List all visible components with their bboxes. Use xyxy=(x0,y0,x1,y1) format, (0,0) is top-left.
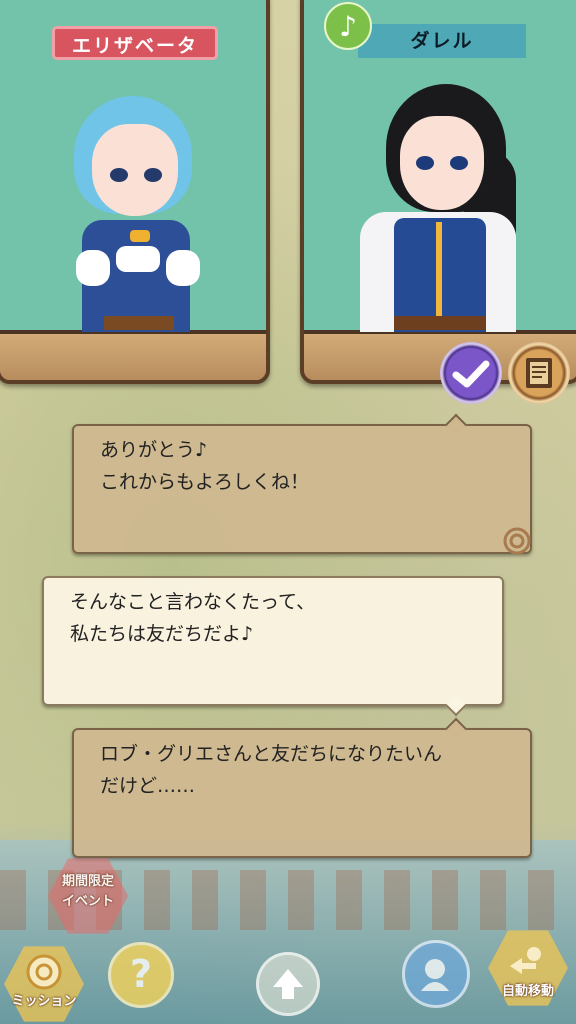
mission-label: ミッション xyxy=(11,994,77,1009)
help-button[interactable]: ? xyxy=(108,942,174,1008)
left-character-nameplate: エリザベータ xyxy=(52,26,218,60)
character-switch-button[interactable] xyxy=(402,940,470,1008)
left-character-eye xyxy=(144,168,162,182)
left-portrait-floor xyxy=(0,334,266,380)
checkmark-button[interactable] xyxy=(440,342,502,404)
help-icon: ? xyxy=(129,952,153,996)
dialogue-line: そんなこと言わなくたって、 xyxy=(70,591,316,613)
notice-board-icon xyxy=(526,358,552,388)
dialogue-line: 私たちは友だちだよ♪ xyxy=(70,623,254,645)
notice-board-button[interactable] xyxy=(508,342,570,404)
auto-move-label: 自動移動 xyxy=(501,984,554,999)
dialogue-line: ロブ・グリエさんと友だちになりたいん xyxy=(100,743,443,765)
scroll-up-button[interactable] xyxy=(256,952,320,1016)
right-character-face xyxy=(400,116,484,210)
auto-move-icon xyxy=(510,947,541,974)
right-character-eye xyxy=(450,156,468,170)
spiral-icon xyxy=(503,527,531,555)
dialogue-bubble: ありがとう♪ これからもよろしくね！ xyxy=(72,413,532,555)
limited-event-label: 期間限定 イベント xyxy=(61,874,114,909)
dialogue-bubble: そんなこと言わなくたって、 私たちは友だちだよ♪ xyxy=(42,576,504,717)
character-switch-icon xyxy=(421,959,449,991)
dialogue-bubble: ロブ・グリエさんと友だちになりたいん だけど…… xyxy=(72,717,532,858)
right-character-zipper xyxy=(436,222,442,322)
dialogue-line: これからもよろしくね！ xyxy=(100,471,310,493)
mission-icon xyxy=(26,954,62,990)
right-character-nameplate: ダレル xyxy=(358,24,526,58)
right-portrait-panel: ダレル xyxy=(300,0,576,384)
left-character-collar xyxy=(116,246,160,272)
left-character-bow xyxy=(130,230,150,242)
music-note-icon: ♪ xyxy=(324,2,372,50)
left-portrait-panel: エリザベータ xyxy=(0,0,270,384)
left-character-sleeve xyxy=(166,250,200,286)
left-character-eye xyxy=(110,168,128,182)
left-character-belt xyxy=(104,316,174,330)
left-character-face xyxy=(92,124,178,216)
right-character-eye xyxy=(416,156,434,170)
dialogue-line: だけど…… xyxy=(100,775,196,797)
left-character-sleeve xyxy=(76,250,110,286)
checkmark-icon xyxy=(452,360,490,388)
dialogue-line: ありがとう♪ xyxy=(100,439,208,461)
arrow-up-icon xyxy=(273,969,303,999)
right-character-belt xyxy=(394,316,486,330)
